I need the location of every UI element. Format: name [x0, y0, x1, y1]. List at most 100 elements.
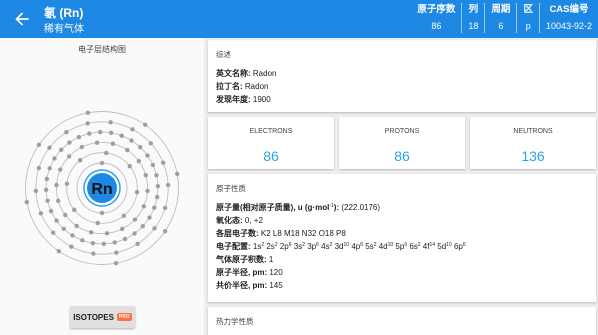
orbital: 5p	[395, 242, 405, 251]
row-value: Radon	[244, 82, 269, 91]
electron	[58, 167, 63, 172]
electron	[80, 238, 85, 243]
prop-atomic-number: 原子序数 86	[411, 3, 461, 33]
atomic-heading: 原子性质	[216, 184, 246, 193]
prop-block: 区 p	[516, 3, 539, 33]
orbital: 5d	[437, 242, 447, 251]
electron	[56, 248, 61, 254]
electron	[43, 187, 49, 193]
row-label: 电子配置:	[216, 242, 253, 251]
orbital: 5s	[365, 242, 374, 251]
electron	[143, 173, 148, 178]
prop-period: 周期 6	[484, 3, 516, 33]
electron	[132, 217, 138, 222]
prop-value: p	[525, 21, 531, 31]
orbital-electrons: 2	[261, 242, 265, 248]
latin-name-row: 拉丁名: Radon	[216, 80, 276, 93]
stat-label: PROTONS	[384, 128, 420, 135]
orbital-electrons: 14	[429, 242, 436, 248]
row-value: 120	[269, 268, 283, 277]
electron	[90, 240, 96, 246]
electron	[113, 260, 119, 266]
row-label: 英文名称:	[216, 69, 253, 78]
stat-value: 136	[521, 148, 545, 164]
electron	[33, 188, 39, 194]
electron	[52, 156, 57, 161]
oxidation-state-row: 氧化态: 0, +2	[216, 214, 466, 227]
orbital: 4s	[321, 242, 330, 251]
electron	[72, 207, 77, 212]
orbital: 6s	[409, 242, 418, 251]
row-value: 145	[269, 281, 283, 290]
electron	[132, 231, 137, 236]
electron	[154, 194, 160, 200]
electron	[48, 208, 54, 214]
prop-label: CAS编号	[549, 4, 589, 15]
prop-value: 10043-92-2	[545, 21, 592, 31]
prop-label: 原子序数	[417, 4, 456, 15]
electron	[148, 141, 154, 146]
electron	[76, 134, 82, 140]
overview-card: 综述 英文名称: Radon 拉丁名: Radon 发现年度: 1900	[208, 40, 596, 112]
prop-value: 86	[431, 21, 442, 31]
stat-label: NEUTRONS	[513, 128, 553, 135]
stat-value: 86	[394, 148, 410, 164]
electron	[69, 244, 74, 249]
electron	[63, 212, 68, 218]
row-value: K2 L8 M18 N32 O18 P8	[260, 229, 346, 238]
electron	[155, 183, 161, 189]
pro-badge: PRO	[116, 313, 132, 321]
element-category: 稀有气体	[44, 24, 84, 35]
row-label: 共价半径, pm:	[216, 281, 270, 290]
orbital-electrons: 2	[274, 242, 278, 248]
orbital-electrons: 6	[360, 242, 363, 248]
electron	[64, 129, 69, 135]
orbital: 4p	[351, 242, 361, 251]
electron	[64, 181, 70, 186]
orbital-electrons: 10	[446, 242, 452, 248]
orbital: 2s	[266, 242, 275, 251]
back-arrow-icon[interactable]	[12, 9, 32, 29]
electron	[24, 199, 30, 205]
electron	[101, 241, 107, 247]
electron	[94, 140, 100, 145]
electron	[74, 223, 79, 229]
electron	[138, 145, 143, 150]
orbital-electrons: 2	[417, 242, 421, 248]
overview-rows: 英文名称: Radon 拉丁名: Radon 发现年度: 1900	[216, 67, 276, 106]
electron	[67, 140, 72, 145]
electron	[66, 154, 72, 159]
electron	[91, 251, 96, 256]
orbital-electrons: 6	[404, 242, 408, 248]
app-bar: 氡 (Rn) 稀有气体 原子序数 86 列 18 周期 6 区 p CAS编号 …	[0, 0, 598, 38]
orbital: 4d	[378, 242, 388, 251]
electron	[104, 231, 110, 236]
electron	[130, 127, 135, 132]
row-label: 发现年度:	[216, 95, 253, 104]
electron	[108, 130, 114, 136]
atomic-mass-row: 原子量(相对原子质量), u (g·mol-1): (222.0176)	[216, 201, 466, 214]
electron	[38, 211, 44, 216]
orbital: 2p	[279, 242, 289, 251]
electron	[127, 164, 132, 169]
electron	[119, 226, 125, 232]
electron	[119, 133, 124, 138]
row-label: 原子量(相对原子质量), u (g·mol	[216, 203, 330, 212]
stat-label: ELECTRONS	[249, 128, 293, 135]
diagram-panel: 电子层结构图 Rn ISOTOPES PRO	[0, 38, 204, 335]
atomic-properties-card: 原子性质 原子量(相对原子质量), u (g·mol-1): (222.0176…	[208, 174, 596, 302]
orbital-electrons: 2	[373, 242, 377, 248]
electron	[134, 190, 140, 195]
electron	[54, 218, 59, 223]
isotopes-button[interactable]: ISOTOPES PRO	[70, 306, 135, 328]
electron	[78, 158, 83, 163]
row-label: 氧化态:	[216, 216, 245, 225]
discovery-year-row: 发现年度: 1900	[216, 93, 276, 106]
electron	[79, 144, 85, 150]
electron	[50, 230, 56, 235]
electron	[152, 205, 157, 210]
electron	[140, 224, 145, 229]
orbital-electrons: 2	[302, 242, 305, 248]
electron	[147, 215, 152, 220]
neutrons-card: NEUTRONS 136	[470, 117, 596, 169]
